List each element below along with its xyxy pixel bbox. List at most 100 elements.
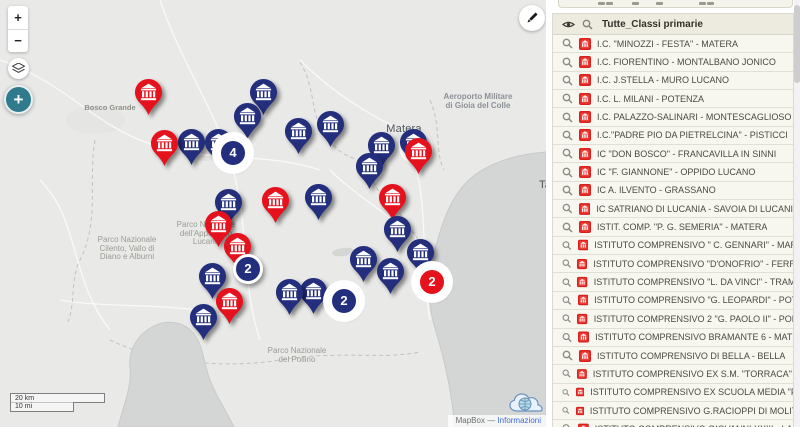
- map-pin-school-blue[interactable]: [299, 277, 327, 314]
- layer-row-label: ISTITUTO COMPRENSIVO G.RACIOPPI DI MOLIT…: [589, 405, 793, 416]
- zoom-in-button[interactable]: +: [8, 6, 28, 29]
- cluster-marker[interactable]: 2: [233, 254, 263, 284]
- zoom-to-icon[interactable]: [562, 130, 573, 141]
- zoom-to-icon[interactable]: [562, 423, 572, 427]
- zoom-to-icon[interactable]: [562, 277, 572, 288]
- layer-row[interactable]: I.C. J.STELLA - MURO LUCANO: [553, 71, 793, 91]
- school-layer-icon: [577, 276, 588, 288]
- layer-row[interactable]: I.C. L. MILANI - POTENZA: [553, 90, 793, 109]
- layer-row[interactable]: ISTITUTO COMPRENSIVO "L. DA VINCI" - TRA…: [553, 273, 793, 292]
- school-layer-icon: [579, 221, 591, 234]
- zoom-to-layer-icon[interactable]: [582, 19, 593, 30]
- layer-row-label: IC SATRIANO DI LUCANIA - SAVOIA DI LUCAN…: [596, 203, 793, 214]
- layer-row[interactable]: I.C. "MINOZZI - FESTA" - MATERA: [553, 35, 793, 54]
- layer-row[interactable]: IC SATRIANO DI LUCANIA - SAVOIA DI LUCAN…: [553, 200, 793, 219]
- map-pin-school-red[interactable]: [404, 137, 432, 174]
- layer-row[interactable]: ISTITUTO COMPRENSIVO GIOVANNI XXIII - LA…: [553, 420, 793, 427]
- school-layer-icon: [579, 166, 591, 179]
- map-pin-school-red[interactable]: [378, 183, 406, 220]
- zoom-to-icon[interactable]: [562, 203, 573, 214]
- layer-row-label: I.C. "MINOZZI - FESTA" - MATERA: [597, 38, 739, 49]
- layer-row-label: IC "DON BOSCO" - FRANCAVILLA IN SINNI: [597, 148, 777, 159]
- edit-pencil-button[interactable]: [519, 5, 545, 31]
- zoom-to-icon[interactable]: [562, 240, 572, 251]
- map-pin-school-blue[interactable]: [275, 278, 303, 315]
- layer-group-title: Tutte_Classi primarie: [602, 18, 703, 30]
- zoom-to-icon[interactable]: [562, 93, 573, 104]
- layer-row[interactable]: ISTITUTO COMPRENSIVO EX SCUOLA MEDIA "PA…: [553, 383, 793, 402]
- zoom-to-icon[interactable]: [562, 313, 572, 324]
- map-canvas[interactable]: Bosco GrandeMateraTarAeroporto Militared…: [0, 0, 546, 427]
- scrollbar-thumb[interactable]: [794, 5, 800, 83]
- panel-toolbar-cutoff: [558, 0, 793, 8]
- zoom-to-icon[interactable]: [562, 222, 573, 233]
- layer-row[interactable]: I.C. PALAZZO-SALINARI - MONTESCAGLIOSO: [553, 108, 793, 127]
- school-layer-icon: [577, 295, 589, 306]
- map-pin-school-blue[interactable]: [376, 257, 404, 294]
- layer-row[interactable]: ISTITUTO COMPRENSIVO EX S.M. "TORRACA" -…: [553, 365, 793, 384]
- layer-row[interactable]: ISTIT. COMP. "P. G. SEMERIA" - MATERA: [553, 218, 793, 237]
- panel-scrollbar[interactable]: [794, 0, 800, 427]
- map-pin-school-blue[interactable]: [189, 303, 217, 340]
- school-layer-icon: [575, 387, 585, 397]
- layer-row[interactable]: ISTITUTO COMPRENSIVO "D'ONOFRIO" - FERRA…: [553, 255, 793, 274]
- zoom-to-icon[interactable]: [562, 368, 571, 379]
- layer-row[interactable]: ISTITUTO COMPRENSIVO DI BELLA - BELLA: [553, 346, 793, 366]
- layer-group-header[interactable]: Tutte_Classi primarie: [553, 14, 793, 35]
- map-pin-school-red[interactable]: [150, 129, 178, 166]
- cluster-marker[interactable]: 2: [329, 286, 359, 316]
- school-layer-icon: [579, 111, 591, 124]
- cloud-globe-logo[interactable]: [508, 391, 544, 414]
- layer-row[interactable]: ISTITUTO COMPRENSIVO G.RACIOPPI DI MOLIT…: [553, 401, 793, 421]
- school-layer-icon: [577, 258, 588, 269]
- map-pin-school-blue[interactable]: [177, 128, 205, 165]
- layer-row[interactable]: I.C."PADRE PIO DA PIETRELCINA" - PISTICC…: [553, 126, 793, 146]
- school-layer-icon: [578, 331, 590, 343]
- zoom-to-icon[interactable]: [562, 387, 570, 398]
- zoom-out-button[interactable]: −: [8, 30, 28, 53]
- layer-row[interactable]: ISTITUTO COMPRENSIVO 2 "G. PAOLO II" - P…: [553, 310, 793, 329]
- layer-row[interactable]: IC "F. GIANNONE" - OPPIDO LUCANO: [553, 163, 793, 182]
- zoom-to-icon[interactable]: [562, 112, 573, 123]
- cluster-marker[interactable]: 4: [218, 138, 248, 168]
- map-pin-school-blue[interactable]: [233, 102, 261, 139]
- zoom-to-icon[interactable]: [562, 148, 573, 159]
- zoom-to-icon[interactable]: [562, 57, 573, 68]
- visibility-eye-icon[interactable]: [562, 20, 575, 29]
- map-pin-school-red[interactable]: [134, 78, 162, 115]
- school-layer-icon: [579, 92, 591, 105]
- map-pin-school-blue[interactable]: [304, 183, 332, 220]
- zoom-to-icon[interactable]: [562, 295, 572, 306]
- add-button[interactable]: +: [4, 85, 33, 114]
- map-pin-school-blue[interactable]: [349, 245, 377, 282]
- zoom-to-icon[interactable]: [562, 405, 570, 416]
- zoom-to-icon[interactable]: [562, 75, 573, 86]
- map-pin-school-blue[interactable]: [284, 117, 312, 154]
- basemap-layers-button[interactable]: [8, 58, 29, 79]
- layer-row[interactable]: ISTITUTO COMPRENSIVO "G. LEOPARDI" - POT…: [553, 291, 793, 311]
- zoom-to-icon[interactable]: [562, 350, 573, 361]
- layer-row-label: ISTITUTO COMPRENSIVO DI BELLA - BELLA: [597, 350, 786, 361]
- school-layer-icon: [579, 56, 591, 69]
- layer-row[interactable]: I.C. FIORENTINO - MONTALBANO JONICO: [553, 53, 793, 72]
- school-layer-icon: [579, 74, 591, 87]
- app-root: Bosco GrandeMateraTarAeroporto Militared…: [0, 0, 800, 427]
- layer-row[interactable]: IC A. ILVENTO - GRASSANO: [553, 181, 793, 201]
- attribution-info-link[interactable]: Informazioni: [497, 416, 541, 425]
- zoom-to-icon[interactable]: [562, 258, 571, 269]
- layer-row[interactable]: ISTITUTO COMPRENSIVO " C. GENNARI" - MAR…: [553, 236, 793, 256]
- scale-bar-mi: 10 mi: [10, 402, 74, 412]
- layer-row[interactable]: IC "DON BOSCO" - FRANCAVILLA IN SINNI: [553, 145, 793, 164]
- zoom-to-icon[interactable]: [562, 185, 573, 196]
- school-layer-icon: [577, 368, 587, 379]
- cluster-marker[interactable]: 2: [417, 267, 447, 297]
- zoom-to-icon[interactable]: [562, 167, 573, 178]
- map-pin-school-red[interactable]: [261, 186, 289, 223]
- layer-row[interactable]: ISTITUTO COMPRENSIVO BRAMANTE 6 - MATERA: [553, 328, 793, 347]
- layer-row-label: ISTITUTO COMPRENSIVO BRAMANTE 6 - MATERA: [595, 332, 793, 343]
- layer-row-label: IC "F. GIANNONE" - OPPIDO LUCANO: [597, 167, 756, 178]
- map-pin-school-blue[interactable]: [316, 110, 344, 147]
- map-pin-school-red[interactable]: [215, 287, 243, 324]
- zoom-to-icon[interactable]: [562, 38, 573, 49]
- zoom-to-icon[interactable]: [562, 332, 572, 343]
